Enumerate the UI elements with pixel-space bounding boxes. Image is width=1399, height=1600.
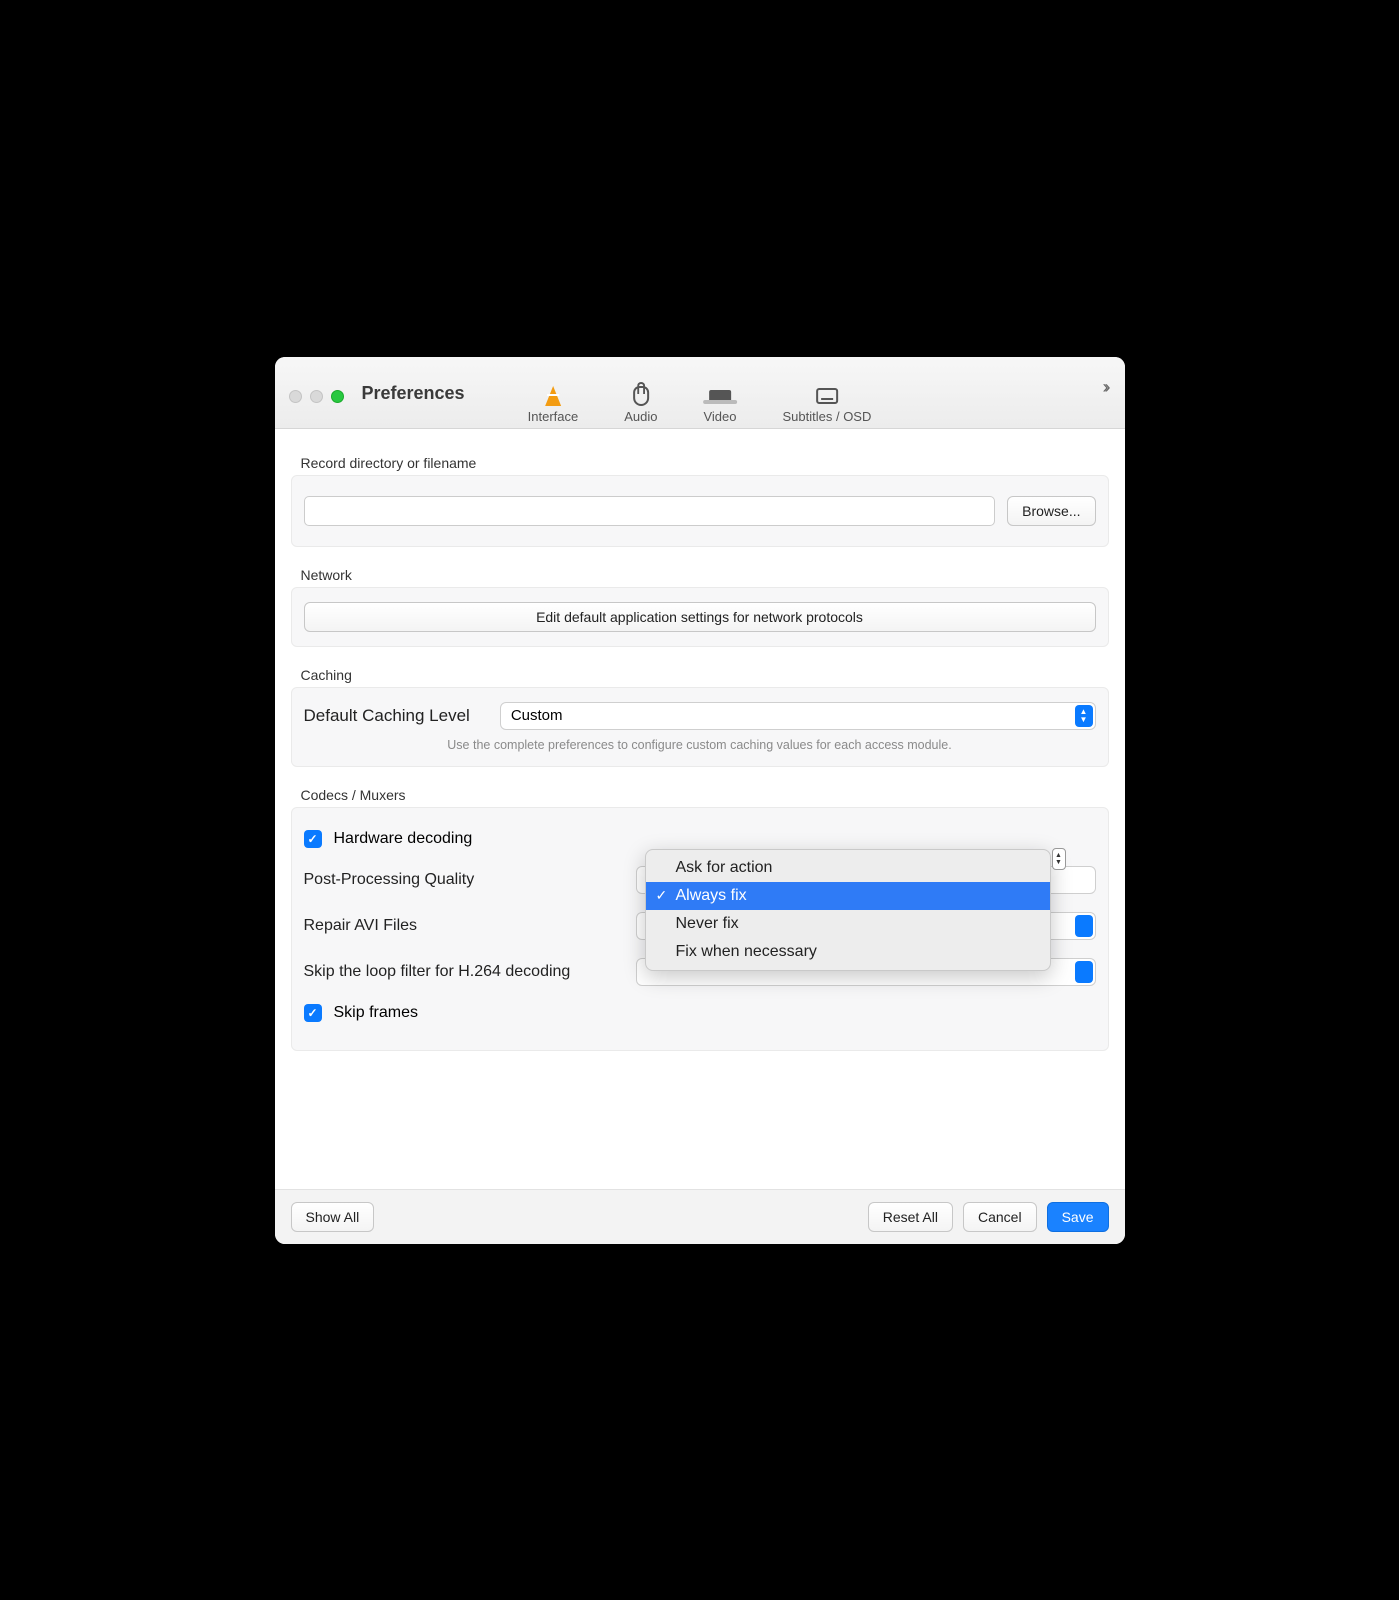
network-group: Edit default application settings for ne… <box>291 587 1109 647</box>
skip-frames-label: Skip frames <box>334 1004 418 1022</box>
record-path-input[interactable] <box>304 496 996 526</box>
stepper-icon[interactable]: ▲▼ <box>1052 848 1066 870</box>
repair-avi-option-never[interactable]: Never fix <box>646 910 1050 938</box>
toolbar: Interface Audio Video Subtitles / OSD <box>528 385 872 424</box>
repair-avi-option-ask[interactable]: Ask for action <box>646 854 1050 882</box>
repair-avi-option-always[interactable]: Always fix <box>646 882 1050 910</box>
preferences-window: Preferences Interface Audio Video Subtit… <box>275 357 1125 1244</box>
zoom-window-button[interactable] <box>331 390 344 403</box>
network-protocols-button[interactable]: Edit default application settings for ne… <box>304 602 1096 632</box>
hardware-decoding-checkbox[interactable]: ✓ <box>304 830 322 848</box>
titlebar: Preferences Interface Audio Video Subtit… <box>275 357 1125 429</box>
codecs-section-label: Codecs / Muxers <box>301 787 1117 803</box>
skip-loop-label: Skip the loop filter for H.264 decoding <box>304 963 624 981</box>
repair-avi-dropdown: ▲▼ Ask for action Always fix Never fix F… <box>645 849 1051 971</box>
post-processing-label: Post-Processing Quality <box>304 871 624 889</box>
close-window-button[interactable] <box>289 390 302 403</box>
caching-section-label: Caching <box>301 667 1117 683</box>
content-area: Record directory or filename Browse... N… <box>275 429 1125 1189</box>
hardware-decoding-label: Hardware decoding <box>334 830 473 848</box>
toolbar-label: Subtitles / OSD <box>782 409 871 424</box>
subtitles-icon <box>812 385 842 407</box>
toolbar-overflow-icon[interactable]: ›› <box>1103 377 1107 398</box>
toolbar-subtitles[interactable]: Subtitles / OSD <box>782 385 871 424</box>
caching-hint: Use the complete preferences to configur… <box>304 738 1096 752</box>
window-controls <box>289 390 344 403</box>
toolbar-interface[interactable]: Interface <box>528 385 579 424</box>
caching-level-select[interactable]: Custom ▲▼ <box>500 702 1096 730</box>
reset-all-button[interactable]: Reset All <box>868 1202 953 1232</box>
display-icon <box>705 385 735 407</box>
caching-group: Default Caching Level Custom ▲▼ Use the … <box>291 687 1109 767</box>
toolbar-label: Video <box>703 409 736 424</box>
caching-level-value: Custom <box>511 707 563 724</box>
toolbar-label: Audio <box>624 409 657 424</box>
record-group: Browse... <box>291 475 1109 547</box>
cone-icon <box>538 385 568 407</box>
network-section-label: Network <box>301 567 1117 583</box>
record-section-label: Record directory or filename <box>301 455 1117 471</box>
select-stepper-icon: ▲▼ <box>1075 705 1093 727</box>
skip-frames-checkbox[interactable]: ✓ <box>304 1004 322 1022</box>
window-title: Preferences <box>362 383 465 404</box>
repair-avi-option-fixwhen[interactable]: Fix when necessary <box>646 938 1050 966</box>
minimize-window-button[interactable] <box>310 390 323 403</box>
toolbar-audio[interactable]: Audio <box>624 385 657 424</box>
show-all-button[interactable]: Show All <box>291 1202 375 1232</box>
toolbar-video[interactable]: Video <box>703 385 736 424</box>
save-button[interactable]: Save <box>1047 1202 1109 1232</box>
caching-level-label: Default Caching Level <box>304 706 470 726</box>
footer: Show All Reset All Cancel Save <box>275 1189 1125 1244</box>
browse-button[interactable]: Browse... <box>1007 496 1095 526</box>
headphones-icon <box>626 385 656 407</box>
cancel-button[interactable]: Cancel <box>963 1202 1037 1232</box>
toolbar-label: Interface <box>528 409 579 424</box>
repair-avi-label: Repair AVI Files <box>304 917 624 935</box>
